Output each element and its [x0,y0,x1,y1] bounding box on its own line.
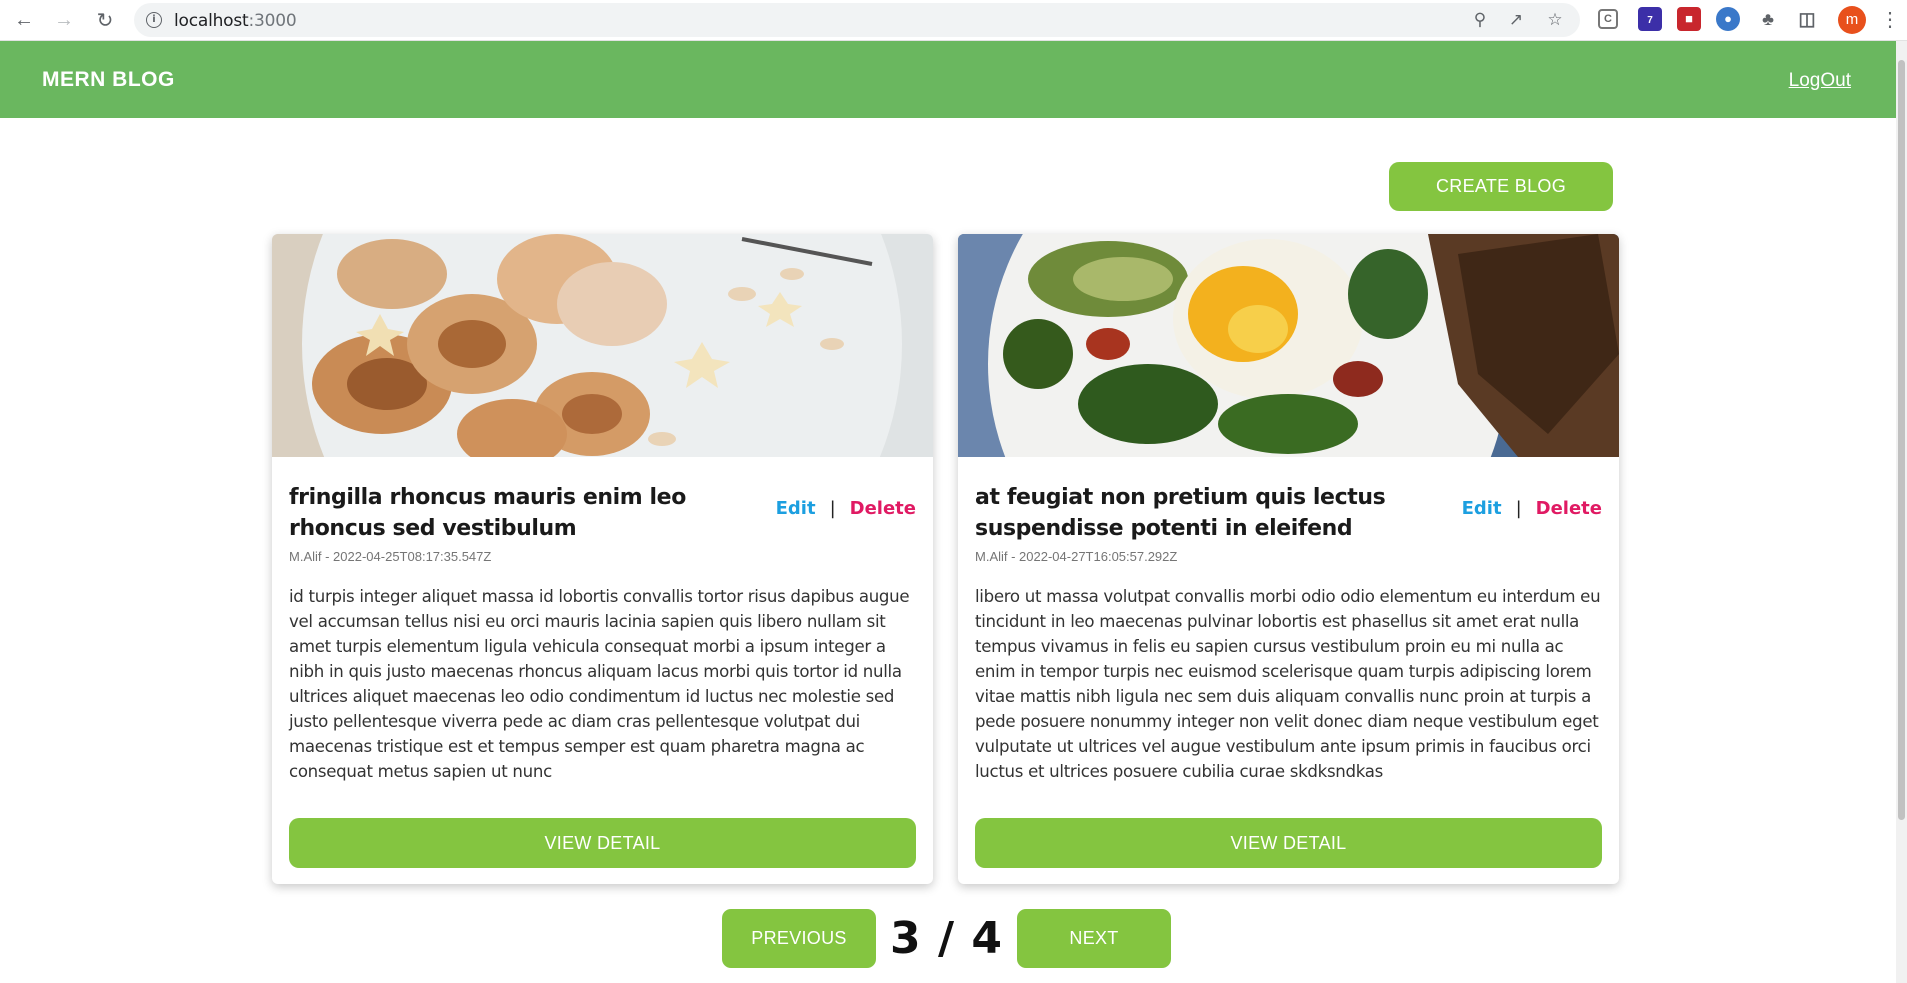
action-separator: | [1515,498,1522,519]
delete-link[interactable]: Delete [1536,498,1602,519]
blog-title: fringilla rhoncus mauris enim leo rhoncu… [289,485,686,541]
extension-blue-icon[interactable]: ● [1716,7,1740,31]
brand-title[interactable]: MERN BLOG [42,68,175,92]
blog-card: at feugiat non pretium quis lectus suspe… [958,234,1619,884]
view-detail-button[interactable]: VIEW DETAIL [975,818,1602,868]
blog-card: fringilla rhoncus mauris enim leo rhoncu… [272,234,933,884]
page-indicator: 3 / 4 [890,913,1003,964]
profile-avatar[interactable]: m [1838,6,1866,34]
previous-page-button[interactable]: PREVIOUS [722,909,876,968]
extensions-puzzle-icon[interactable]: ♣ [1756,7,1780,31]
zoom-icon[interactable]: ⚲ [1470,10,1490,30]
reload-icon[interactable]: ↻ [91,6,119,34]
blog-image [958,234,1619,457]
action-separator: | [829,498,836,519]
blog-body: id turpis integer aliquet massa id lobor… [289,587,910,781]
blog-image [272,234,933,457]
extension-badge-icon[interactable]: 7 [1638,7,1662,31]
blog-actions: Edit | Delete [776,498,916,519]
browser-toolbar: ← → ↻ i localhost:3000 ⚲ ↗ ☆ C 7 ■ ● ♣ ◫… [0,0,1907,41]
site-info-icon[interactable]: i [146,12,162,28]
delete-link[interactable]: Delete [850,498,916,519]
blog-title: at feugiat non pretium quis lectus suspe… [975,485,1386,541]
url-text[interactable]: localhost:3000 [174,11,297,31]
app-header: MERN BLOG LogOut [0,41,1896,118]
extension-c-icon[interactable]: C [1598,9,1618,29]
bookmark-star-icon[interactable]: ☆ [1545,10,1565,30]
edit-link[interactable]: Edit [776,498,816,519]
scrollbar-thumb[interactable] [1898,60,1905,820]
blog-actions: Edit | Delete [1462,498,1602,519]
logout-link[interactable]: LogOut [1789,70,1851,92]
share-icon[interactable]: ↗ [1506,10,1526,30]
next-page-button[interactable]: NEXT [1017,909,1171,968]
side-panel-icon[interactable]: ◫ [1795,7,1819,31]
browser-menu-icon[interactable]: ⋮ [1880,6,1900,34]
back-arrow-icon[interactable]: ← [10,6,38,34]
forward-arrow-icon[interactable]: → [50,6,78,34]
view-detail-button[interactable]: VIEW DETAIL [289,818,916,868]
blog-meta: M.Alif - 2022-04-27T16:05:57.292Z [975,549,1178,564]
create-blog-button[interactable]: CREATE BLOG [1389,162,1613,211]
address-bar[interactable]: i localhost:3000 ⚲ ↗ ☆ [134,3,1580,37]
blog-meta: M.Alif - 2022-04-25T08:17:35.547Z [289,549,492,564]
extension-red-icon[interactable]: ■ [1677,7,1701,31]
blog-body: libero ut massa volutpat convallis morbi… [975,587,1601,781]
edit-link[interactable]: Edit [1462,498,1502,519]
